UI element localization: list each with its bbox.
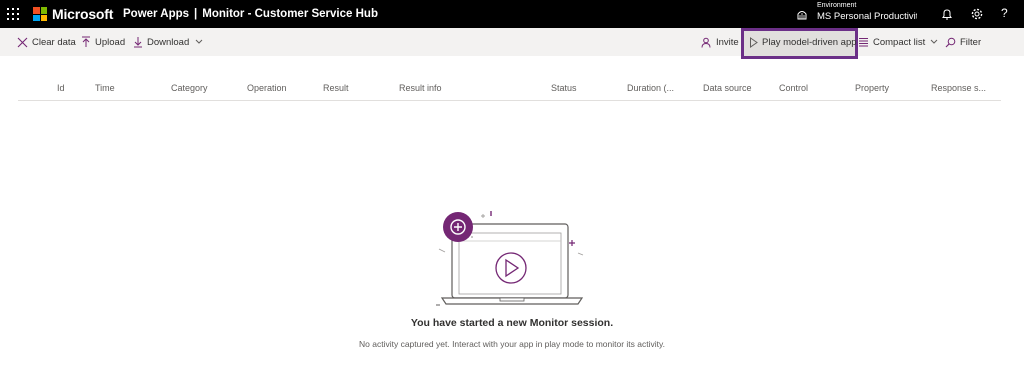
play-model-driven-app-label: Play model-driven app xyxy=(762,36,857,48)
column-header-data-source[interactable]: Data source xyxy=(703,83,752,93)
brand-name: Microsoft xyxy=(52,6,114,22)
settings-icon[interactable] xyxy=(970,7,984,21)
column-header-property[interactable]: Property xyxy=(855,83,889,93)
column-header-result-info[interactable]: Result info xyxy=(399,83,442,93)
filter-button[interactable]: Filter xyxy=(945,28,981,56)
list-view-icon xyxy=(859,38,868,47)
column-header-duration[interactable]: Duration (... xyxy=(627,83,674,93)
title-separator: | xyxy=(194,8,198,20)
search-icon xyxy=(945,37,956,47)
column-header-operation[interactable]: Operation xyxy=(247,83,287,93)
environment-icon xyxy=(797,11,807,20)
column-header-control[interactable]: Control xyxy=(779,83,808,93)
notifications-icon[interactable] xyxy=(940,7,954,21)
invite-label: Invite xyxy=(716,36,739,48)
environment-picker[interactable]: MS Personal Productivit... xyxy=(817,11,917,22)
top-bar: Microsoft Power Apps | Monitor - Customer … xyxy=(0,0,1024,28)
empty-state-title: You have started a new Monitor session. xyxy=(410,317,614,329)
monitor-session-illustration xyxy=(436,211,584,306)
page-title: Monitor - Customer Service Hub xyxy=(202,8,378,20)
column-header-result[interactable]: Result xyxy=(323,83,349,93)
download-button[interactable]: Download xyxy=(133,28,208,56)
upload-button[interactable]: Upload xyxy=(81,28,125,56)
column-header-id[interactable]: Id xyxy=(57,83,65,93)
invite-button[interactable]: Invite xyxy=(701,28,739,56)
app-launcher-icon[interactable] xyxy=(7,8,19,20)
microsoft-logo xyxy=(33,7,47,21)
product-name: Power Apps xyxy=(123,8,190,20)
play-model-driven-app-button[interactable]: Play model-driven app xyxy=(749,28,857,56)
compact-list-button[interactable]: Compact list xyxy=(858,28,943,56)
download-chevron-down-icon xyxy=(195,39,203,44)
column-header-time[interactable]: Time xyxy=(95,83,115,93)
environment-label: Environment xyxy=(817,2,857,9)
column-header-response-size[interactable]: Response s... xyxy=(931,83,986,93)
compact-list-chevron-down-icon xyxy=(930,39,938,44)
download-icon xyxy=(134,37,142,48)
column-header-category[interactable]: Category xyxy=(171,83,208,93)
empty-state-subtitle: No activity captured yet. Interact with … xyxy=(359,339,665,349)
clear-data-button[interactable]: Clear data xyxy=(17,28,76,56)
download-label: Download xyxy=(147,36,190,48)
filter-label: Filter xyxy=(960,36,982,48)
upload-icon xyxy=(82,36,90,47)
help-icon[interactable]: ? xyxy=(1001,6,1008,20)
column-header-status[interactable]: Status xyxy=(551,83,577,93)
clear-icon xyxy=(17,37,28,47)
play-icon xyxy=(750,36,758,48)
clear-data-label: Clear data xyxy=(32,36,76,48)
upload-label: Upload xyxy=(95,36,126,48)
compact-list-label: Compact list xyxy=(873,36,926,48)
person-add-icon xyxy=(701,37,711,48)
app-title[interactable]: Power Apps | Monitor - Customer Service Hu… xyxy=(123,8,378,20)
table-header: Id Time Category Operation Result Result… xyxy=(18,81,1001,101)
